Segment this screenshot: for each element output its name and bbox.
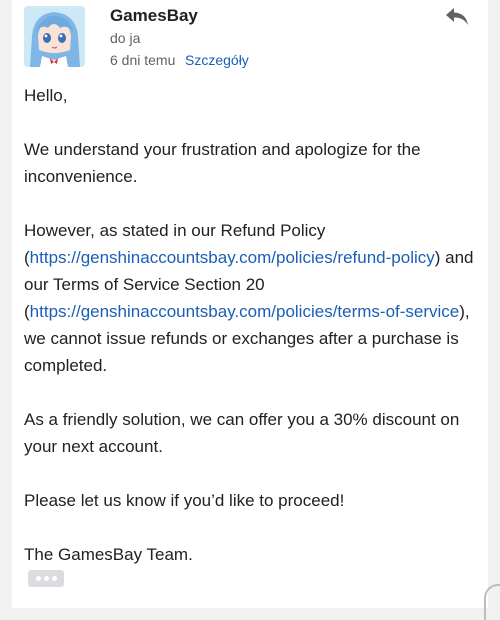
reply-icon[interactable] bbox=[444, 6, 470, 28]
refund-policy-link[interactable]: https://genshinaccountsbay.com/policies/… bbox=[30, 248, 435, 267]
email-card: GamesBay do ja 6 dni temu Szczegóły Hell… bbox=[12, 0, 488, 608]
paragraph-offer: As a friendly solution, we can offer you… bbox=[24, 410, 460, 456]
details-link[interactable]: Szczegóły bbox=[185, 52, 249, 68]
greeting: Hello, bbox=[24, 86, 68, 105]
message-date: 6 dni temu bbox=[110, 52, 176, 68]
ellipsis-dot bbox=[36, 576, 41, 581]
paragraph-policy: However, as stated in our Refund Policy … bbox=[24, 217, 474, 379]
recipient-label: do ja bbox=[110, 30, 141, 46]
corner-decoration bbox=[484, 584, 500, 620]
paragraph-apology: We understand your frustration and apolo… bbox=[24, 140, 421, 186]
paragraph-proceed: Please let us know if you’d like to proc… bbox=[24, 491, 345, 510]
message-body: Hello, We understand your frustration an… bbox=[24, 82, 474, 595]
email-header: GamesBay do ja 6 dni temu Szczegóły bbox=[24, 6, 476, 68]
sender-name: GamesBay bbox=[110, 6, 198, 25]
signature: The GamesBay Team. bbox=[24, 545, 193, 564]
ellipsis-dot bbox=[44, 576, 49, 581]
anime-avatar-icon bbox=[24, 6, 85, 67]
terms-of-service-link[interactable]: https://genshinaccountsbay.com/policies/… bbox=[30, 302, 460, 321]
ellipsis-dot bbox=[52, 576, 57, 581]
show-trimmed-content-button[interactable] bbox=[28, 570, 64, 587]
sender-avatar[interactable] bbox=[24, 6, 85, 67]
